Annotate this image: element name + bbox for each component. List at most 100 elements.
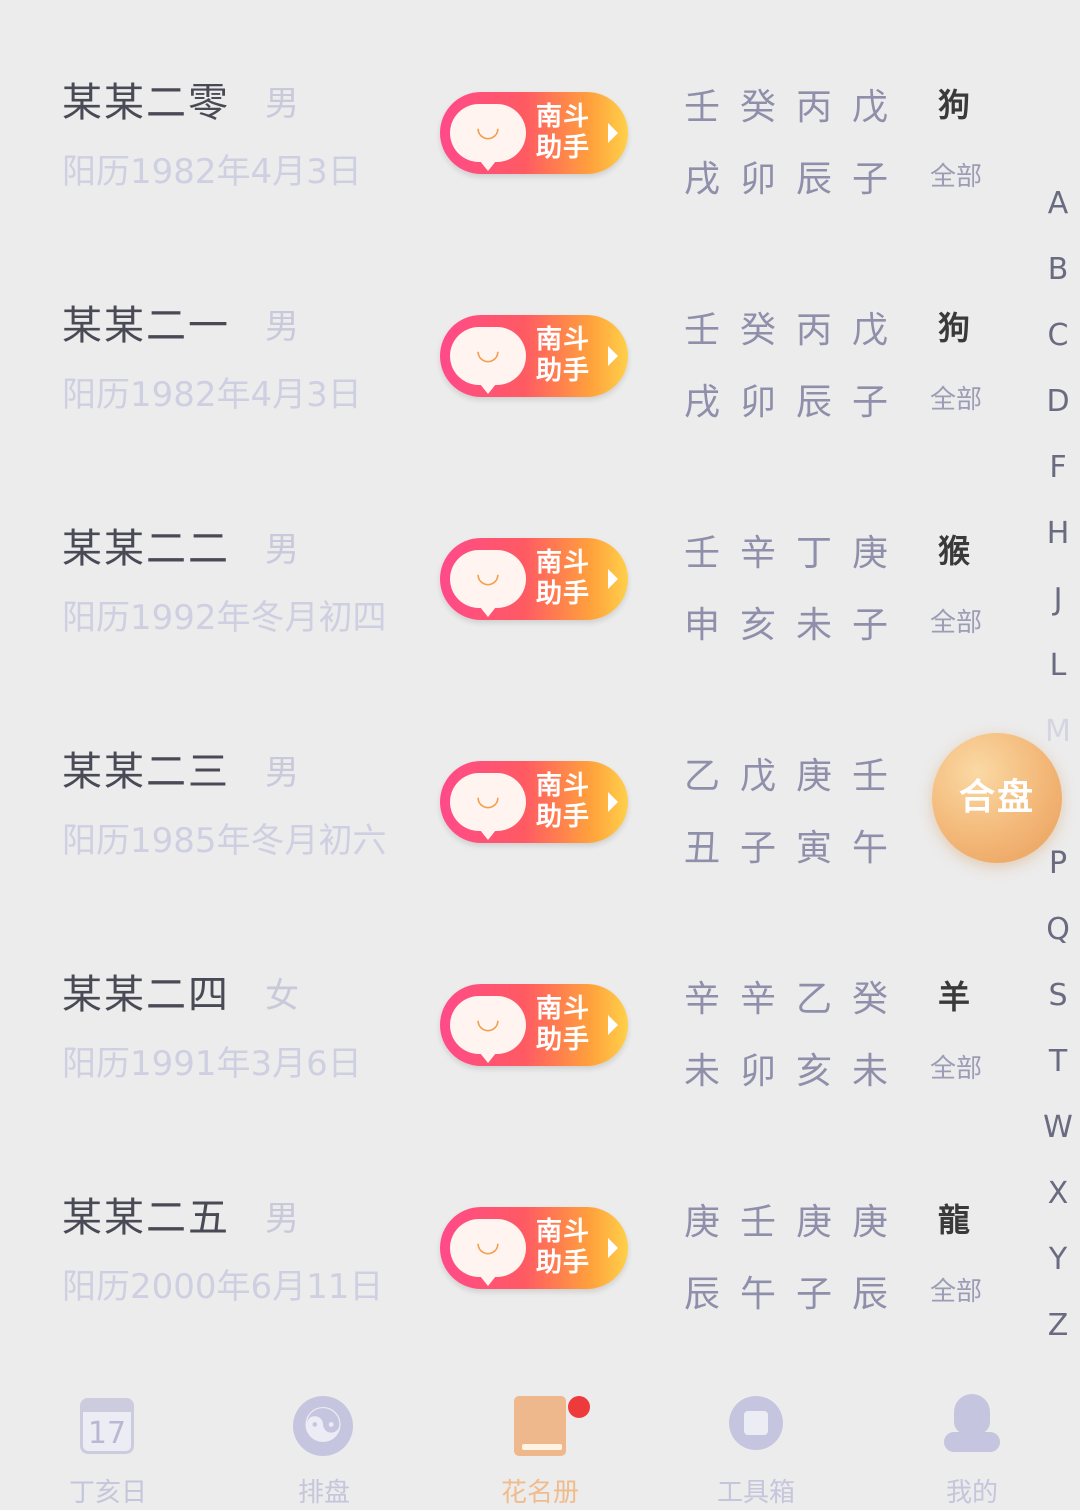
- contact-row[interactable]: 某某二一 男 阳历1982年4月3日 ◡ 南斗助手 壬癸丙戊 戌卯辰子 狗 全部: [0, 223, 1030, 446]
- assistant-label: 南斗助手: [536, 325, 591, 386]
- arrow-right-icon: [608, 346, 618, 366]
- contact-gender: 男: [265, 1199, 299, 1239]
- contact-birth-date: 阳历1982年4月3日: [62, 152, 362, 192]
- earthly-branches: 申亥未子: [684, 605, 909, 646]
- tab-label: 工具箱: [716, 1478, 795, 1508]
- contact-birth-date: 阳历1992年冬月初四: [62, 598, 387, 638]
- toolbox-icon: [729, 1396, 783, 1450]
- person-icon: [954, 1394, 990, 1434]
- tab-toolbox[interactable]: 工具箱: [648, 1380, 864, 1510]
- tab-label: 丁亥日: [68, 1478, 147, 1508]
- index-letter[interactable]: W: [1036, 1110, 1080, 1145]
- earthly-branches: 丑子寅午: [684, 828, 909, 869]
- index-letter[interactable]: Y: [1036, 1242, 1080, 1277]
- heavenly-stems: 壬辛丁庚: [684, 533, 909, 574]
- arrow-right-icon: [608, 123, 618, 143]
- nandou-assistant-button[interactable]: ◡ 南斗助手: [440, 92, 628, 174]
- tab-me[interactable]: 我的: [864, 1380, 1080, 1510]
- index-letter[interactable]: X: [1036, 1176, 1080, 1211]
- smile-bubble-icon: ◡: [450, 327, 526, 394]
- index-letter[interactable]: C: [1036, 318, 1080, 353]
- zodiac-icon: 狗: [938, 86, 971, 124]
- group-tag: 全部: [930, 162, 983, 192]
- nandou-assistant-button[interactable]: ◡ 南斗助手: [440, 984, 628, 1066]
- index-letter[interactable]: T: [1036, 1044, 1080, 1079]
- group-tag: 全部: [930, 1277, 983, 1307]
- index-letter[interactable]: L: [1036, 648, 1080, 683]
- assistant-label: 南斗助手: [536, 994, 591, 1055]
- contact-gender: 男: [265, 753, 299, 793]
- index-letter[interactable]: H: [1036, 516, 1080, 551]
- earthly-branches: 未卯亥未: [684, 1051, 909, 1092]
- index-letter[interactable]: D: [1036, 384, 1080, 419]
- calendar-day: 17: [87, 1416, 127, 1451]
- index-letter[interactable]: F: [1036, 450, 1080, 485]
- tab-label: 花名册: [500, 1478, 579, 1508]
- contact-name: 某某二五: [62, 1195, 230, 1241]
- contact-row[interactable]: 某某二五 男 阳历2000年6月11日 ◡ 南斗助手 庚壬庚庚 辰午子辰 龍 全…: [0, 1115, 1030, 1338]
- nandou-assistant-button[interactable]: ◡ 南斗助手: [440, 1207, 628, 1289]
- smile-bubble-icon: ◡: [450, 996, 526, 1063]
- tab-label: 排盘: [297, 1478, 350, 1508]
- index-letter[interactable]: A: [1036, 186, 1080, 221]
- index-letter[interactable]: M: [1036, 714, 1080, 749]
- heavenly-stems: 乙戊庚壬: [684, 756, 909, 797]
- notification-dot: [568, 1396, 590, 1418]
- contact-row[interactable]: 某某二四 女 阳历1991年3月6日 ◡ 南斗助手 辛辛乙癸 未卯亥未 羊 全部: [0, 892, 1030, 1115]
- person-body-icon: [944, 1432, 1000, 1452]
- tab-calendar[interactable]: 17 丁亥日: [0, 1380, 216, 1510]
- zodiac-icon: 龍: [938, 1201, 971, 1239]
- zodiac-icon: 羊: [938, 978, 971, 1016]
- index-letter[interactable]: P: [1036, 846, 1080, 881]
- contact-birth-date: 阳历1991年3月6日: [62, 1044, 362, 1084]
- arrow-right-icon: [608, 1015, 618, 1035]
- heavenly-stems: 壬癸丙戊: [684, 87, 909, 128]
- contact-gender: 男: [265, 84, 299, 124]
- group-tag: 全部: [930, 1054, 983, 1084]
- arrow-right-icon: [608, 569, 618, 589]
- smile-bubble-icon: ◡: [450, 104, 526, 171]
- contact-row[interactable]: 某某二零 男 阳历1982年4月3日 ◡ 南斗助手 壬癸丙戊 戌卯辰子 狗 全部: [0, 0, 1030, 223]
- smile-bubble-icon: ◡: [450, 1219, 526, 1286]
- index-letter[interactable]: Q: [1036, 912, 1080, 947]
- book-icon: [514, 1396, 566, 1456]
- contact-row[interactable]: 某某二二 男 阳历1992年冬月初四 ◡ 南斗助手 壬辛丁庚 申亥未子 猴 全部: [0, 446, 1030, 669]
- zodiac-icon: 狗: [938, 309, 971, 347]
- merge-chart-button[interactable]: 合盘: [932, 733, 1062, 863]
- contact-name: 某某二零: [62, 80, 230, 126]
- tab-chart[interactable]: ☯ 排盘: [216, 1380, 432, 1510]
- group-tag: 全部: [930, 608, 983, 638]
- earthly-branches: 辰午子辰: [684, 1274, 909, 1315]
- heavenly-stems: 庚壬庚庚: [684, 1202, 909, 1243]
- contact-birth-date: 阳历1985年冬月初六: [62, 821, 387, 861]
- contact-name: 某某二二: [62, 526, 230, 572]
- yin-yang-icon: ☯: [293, 1396, 353, 1456]
- index-letter[interactable]: J: [1036, 582, 1080, 617]
- smile-bubble-icon: ◡: [450, 550, 526, 617]
- heavenly-stems: 辛辛乙癸: [684, 979, 909, 1020]
- alphabet-index-bar[interactable]: A B C D F H J L M P Q S T W X Y Z: [1036, 0, 1080, 1400]
- contact-name: 某某二三: [62, 749, 230, 795]
- assistant-label: 南斗助手: [536, 548, 591, 609]
- nandou-assistant-button[interactable]: ◡ 南斗助手: [440, 761, 628, 843]
- index-letter[interactable]: Z: [1036, 1308, 1080, 1343]
- assistant-label: 南斗助手: [536, 102, 591, 163]
- assistant-label: 南斗助手: [536, 771, 591, 832]
- heavenly-stems: 壬癸丙戊: [684, 310, 909, 351]
- contact-gender: 男: [265, 530, 299, 570]
- contact-row[interactable]: 某某二三 男 阳历1985年冬月初六 ◡ 南斗助手 乙戊庚壬 丑子寅午: [0, 669, 1030, 892]
- group-tag: 全部: [930, 385, 983, 415]
- arrow-right-icon: [608, 1238, 618, 1258]
- contact-name: 某某二四: [62, 972, 230, 1018]
- index-letter[interactable]: B: [1036, 252, 1080, 287]
- tab-roster[interactable]: 花名册: [432, 1380, 648, 1510]
- earthly-branches: 戌卯辰子: [684, 159, 909, 200]
- arrow-right-icon: [608, 792, 618, 812]
- earthly-branches: 戌卯辰子: [684, 382, 909, 423]
- index-letter[interactable]: S: [1036, 978, 1080, 1013]
- zodiac-icon: 猴: [938, 532, 971, 570]
- nandou-assistant-button[interactable]: ◡ 南斗助手: [440, 538, 628, 620]
- nandou-assistant-button[interactable]: ◡ 南斗助手: [440, 315, 628, 397]
- bottom-tab-bar: 17 丁亥日 ☯ 排盘 花名册 工具箱 我的: [0, 1380, 1080, 1510]
- contact-birth-date: 阳历1982年4月3日: [62, 375, 362, 415]
